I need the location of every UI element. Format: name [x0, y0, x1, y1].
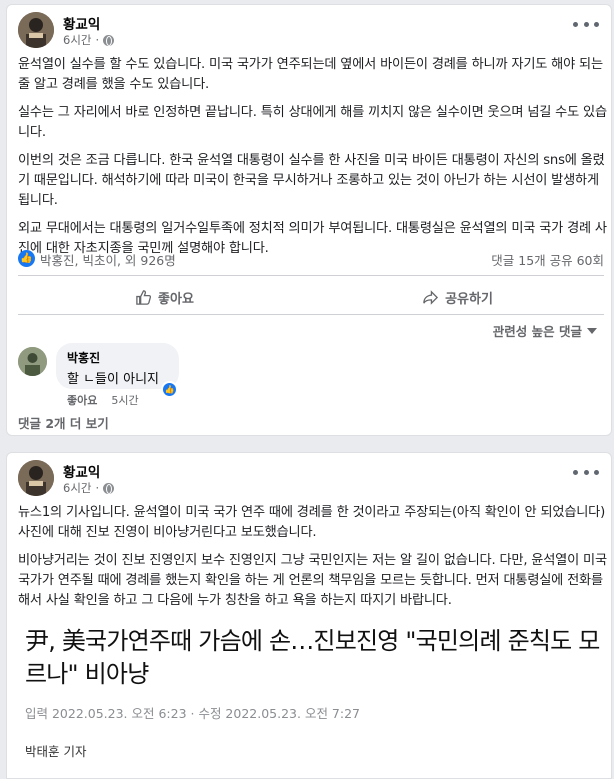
like-reaction-icon: 👍	[18, 250, 35, 267]
divider	[18, 275, 604, 276]
comment-time[interactable]: 5시간	[111, 392, 138, 408]
commenter-avatar[interactable]	[18, 347, 47, 376]
news-reporter: 박태훈 기자	[25, 744, 87, 759]
author-name[interactable]: 황교익	[63, 461, 100, 481]
author-name[interactable]: 황교익	[63, 13, 100, 33]
post-card: 황교익 6시간 · 뉴스1의 기사입니다. 윤석열이 미국 국가 연주 때에 경…	[6, 452, 612, 779]
reactions-summary[interactable]: 박홍진, 빅초이, 외 926명	[40, 250, 176, 269]
like-label: 좋아요	[158, 291, 194, 307]
caret-down-icon	[587, 327, 597, 334]
post-time[interactable]: 6시간	[63, 480, 91, 496]
news-timestamps: 입력 2022.05.23. 오전 6:23 · 수정 2022.05.23. …	[25, 706, 360, 721]
author-avatar[interactable]	[18, 12, 54, 48]
post-actions: 좋아요 공유하기	[18, 281, 604, 313]
comment-share-counts[interactable]: 댓글 15개 공유 60회	[491, 250, 604, 269]
share-label: 공유하기	[445, 291, 493, 307]
post-meta: 6시간 ·	[63, 32, 115, 48]
post-body: 뉴스1의 기사입니다. 윤석열이 미국 국가 연주 때에 경례를 한 것이라고 …	[18, 503, 608, 619]
post-paragraph: 실수는 그 자리에서 바로 인정하면 끝납니다. 특히 상대에게 해를 끼치지 …	[18, 105, 607, 140]
news-article-preview[interactable]: 尹, 美국가연주때 가슴에 손…진보진영 "국민의례 준칙도 모르나" 비아냥 …	[25, 625, 601, 760]
comment-text: 할 ㄴ들이 아니지	[67, 372, 159, 387]
commenter-name[interactable]: 박홍진	[67, 349, 168, 366]
post-header: 황교익 6시간 ·	[7, 5, 611, 53]
share-button[interactable]: 공유하기	[311, 281, 604, 313]
comment-meta: 좋아요 5시간	[67, 392, 139, 408]
divider	[18, 314, 604, 315]
globe-icon	[103, 34, 115, 46]
share-icon	[423, 289, 439, 305]
reactions-bar: 👍 박홍진, 빅초이, 외 926명 댓글 15개 공유 60회	[18, 248, 604, 270]
sort-label: 관련성 높은 댓글	[492, 324, 582, 339]
comment-like-icon[interactable]: 👍	[161, 381, 178, 398]
comment-like-button[interactable]: 좋아요	[67, 392, 97, 408]
more-options-button[interactable]	[573, 465, 599, 479]
post-paragraph: 뉴스1의 기사입니다. 윤석열이 미국 국가 연주 때에 경례를 한 것이라고 …	[18, 505, 606, 540]
author-avatar[interactable]	[18, 460, 54, 496]
post-paragraph: 윤석열이 실수를 할 수도 있습니다. 미국 국가가 연주되는데 옆에서 바이든…	[18, 57, 603, 92]
view-more-comments-link[interactable]: 댓글 2개 더 보기	[18, 413, 109, 432]
more-options-button[interactable]	[573, 17, 599, 31]
post-paragraph: 비아냥거리는 것이 진보 진영인지 보수 진영인지 그냥 국민인지는 저는 알 …	[18, 553, 607, 608]
post-time[interactable]: 6시간	[63, 32, 91, 48]
like-button[interactable]: 좋아요	[18, 281, 311, 313]
post-meta: 6시간 ·	[63, 480, 115, 496]
post-body: 윤석열이 실수를 할 수도 있습니다. 미국 국가가 연주되는데 옆에서 바이든…	[18, 55, 608, 267]
globe-icon	[103, 482, 115, 494]
post-card: 황교익 6시간 · 윤석열이 실수를 할 수도 있습니다. 미국 국가가 연주되…	[6, 4, 612, 436]
post-paragraph: 이번의 것은 조금 다릅니다. 한국 윤석열 대통령이 실수를 한 사진을 미국…	[18, 153, 605, 208]
comment-bubble: 박홍진 할 ㄴ들이 아니지	[56, 343, 179, 389]
post-header: 황교익 6시간 ·	[7, 453, 611, 501]
thumbs-up-icon	[136, 289, 152, 305]
comment-sort-dropdown[interactable]: 관련성 높은 댓글	[493, 321, 597, 340]
news-headline[interactable]: 尹, 美국가연주때 가슴에 손…진보진영 "국민의례 준칙도 모르나" 비아냥	[25, 625, 601, 691]
